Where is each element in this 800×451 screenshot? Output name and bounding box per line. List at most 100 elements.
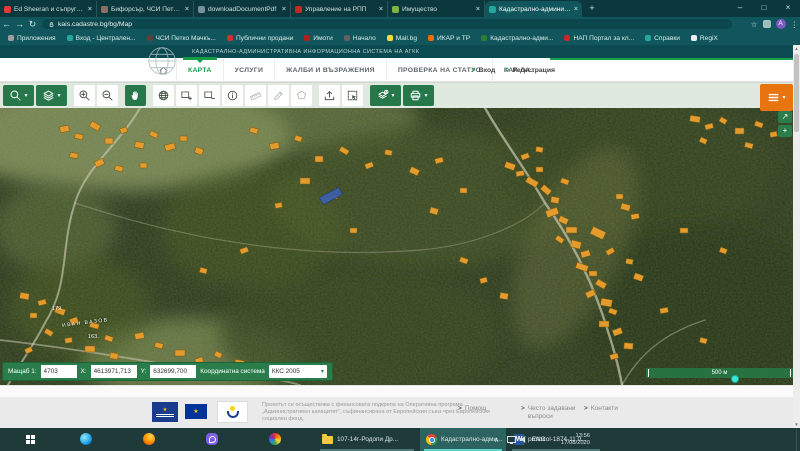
forward-icon[interactable]: →	[13, 19, 26, 29]
bookmark-star-icon[interactable]: ☆	[751, 20, 758, 29]
bookmarks-bar: Приложения Вход - Централен... ЧСИ Петко…	[0, 31, 800, 45]
map-toolbar: ▾ ▾ ▾ ▾	[0, 82, 793, 108]
footer-link-contacts[interactable]: >Контакти	[584, 405, 618, 412]
browser-tab[interactable]: downloadDocumentPdf ×	[194, 1, 291, 17]
viber-icon[interactable]	[206, 433, 218, 445]
map-zoom-plus-button[interactable]: +	[778, 125, 792, 137]
polygon-tool-button[interactable]	[291, 85, 312, 106]
expand-map-button[interactable]: ↗	[778, 111, 792, 123]
bookmark-item[interactable]: RegiX	[691, 35, 718, 42]
language-indicator[interactable]: ENG	[532, 428, 545, 451]
layers-tool-button[interactable]: ▾	[36, 85, 67, 106]
edge-icon[interactable]	[80, 433, 92, 445]
browser-tab[interactable]: Управление на РПП ×	[291, 1, 388, 17]
bookmark-item[interactable]: Mail.bg	[387, 35, 417, 42]
login-link[interactable]: >Вход	[471, 67, 495, 74]
overview-tool-button[interactable]	[153, 85, 174, 106]
network-icon[interactable]	[507, 428, 516, 451]
draw-tool-button[interactable]	[268, 85, 289, 106]
close-button[interactable]: ×	[776, 0, 800, 16]
chevron-right-icon: >	[584, 405, 588, 412]
search-tool-button[interactable]: ▾	[3, 85, 34, 106]
tab-close-icon[interactable]: ×	[282, 6, 286, 13]
windows-taskbar: 107-14г-Родопи Др... Кадастрално-адми...…	[0, 428, 800, 451]
bookmark-label: ИКАР и ТР	[437, 35, 470, 42]
profile-avatar[interactable]: A	[776, 19, 786, 29]
tray-expand-icon[interactable]: ∧	[494, 428, 499, 451]
zoom-rect-in-button[interactable]	[176, 85, 197, 106]
new-tab-button[interactable]: +	[584, 0, 600, 16]
bookmark-item[interactable]: ЧСИ Петко Мачкъ...	[147, 35, 216, 42]
page-scrollbar[interactable]: ▲ ▼	[793, 45, 800, 428]
show-desktop-button[interactable]	[796, 428, 800, 451]
tab-close-icon[interactable]: ×	[574, 6, 578, 13]
zoom-rect-out-button[interactable]	[199, 85, 220, 106]
footer-link-faq[interactable]: >Често задавани въпроси	[521, 405, 585, 420]
rect-plus-icon	[180, 89, 193, 102]
extension-icon[interactable]	[763, 20, 771, 28]
browser-tab[interactable]: Ed Sheeran и съпругата му ... ×	[0, 1, 97, 17]
scale-input[interactable]	[41, 365, 77, 378]
browser-menu-icon[interactable]: ⋮	[791, 20, 799, 29]
maximize-button[interactable]: □	[752, 0, 776, 16]
print-button[interactable]: ▾	[403, 85, 434, 106]
globe-icon	[157, 89, 170, 102]
tab-favicon	[4, 6, 11, 13]
bookmark-item[interactable]: Справки	[645, 35, 680, 42]
site-banner-text: КАДАСТРАЛНО-АДМИНИСТРАТИВНА ИНФОРМАЦИОНН…	[192, 49, 419, 55]
bookmark-item[interactable]: Имоти	[304, 35, 333, 42]
pan-tool-button[interactable]	[125, 85, 146, 106]
select-rect-button[interactable]	[342, 85, 363, 106]
browser-tab[interactable]: Кадастрално-административн... ×	[485, 1, 582, 17]
bookmark-item[interactable]: ИКАР и ТР	[428, 35, 470, 42]
hamburger-menu-icon	[767, 91, 780, 104]
info-tool-button[interactable]	[222, 85, 243, 106]
tab-close-icon[interactable]: ×	[185, 6, 189, 13]
crs-select[interactable]: ККС 2005 ▾	[269, 365, 327, 378]
zoom-out-button[interactable]	[97, 85, 118, 106]
nav-item[interactable]: КАРТА	[176, 58, 223, 82]
tab-title: Ed Sheeran и съпругата му ...	[14, 6, 85, 13]
url-field[interactable]: kais.cadastre.bg/bg/Map	[42, 19, 732, 29]
scroll-down-icon[interactable]: ▼	[793, 422, 800, 427]
import-tool-button[interactable]	[319, 85, 340, 106]
nav-item[interactable]: УСЛУГИ	[223, 58, 275, 82]
pencil-icon	[272, 89, 285, 102]
reload-icon[interactable]: ↻	[26, 19, 39, 30]
bookmark-item[interactable]: Начало	[344, 35, 376, 42]
bookmark-item[interactable]: Вход - Централен...	[67, 35, 136, 42]
x-coordinate-input[interactable]	[91, 365, 137, 378]
y-coordinate-input[interactable]	[150, 365, 196, 378]
back-icon[interactable]: ←	[0, 19, 13, 29]
start-button[interactable]	[26, 435, 35, 444]
firefox-icon[interactable]	[143, 433, 155, 445]
browser-tab[interactable]: Бифорсър, ЧСИ Петко Мачкъ... ×	[97, 1, 194, 17]
side-panel-menu-button[interactable]: ▾	[760, 84, 793, 111]
clock[interactable]: 13:56 17/08/2020	[546, 428, 590, 451]
nav-item[interactable]: ЖАЛБИ И ВЪЗРАЖЕНИЯ	[274, 58, 386, 82]
browser-tab[interactable]: Имущество ×	[388, 1, 485, 17]
scrollbar-thumb[interactable]	[794, 54, 799, 132]
bookmark-item[interactable]: Публични продани	[227, 35, 293, 42]
bookmark-item[interactable]: Приложения	[8, 35, 56, 42]
colorful-app-icon[interactable]	[269, 433, 281, 445]
scroll-up-icon[interactable]: ▲	[793, 46, 800, 51]
tab-close-icon[interactable]: ×	[88, 6, 92, 13]
tab-close-icon[interactable]: ×	[379, 6, 383, 13]
tab-close-icon[interactable]: ×	[476, 6, 480, 13]
footer-link-help[interactable]: >Помощ	[458, 405, 487, 412]
map-canvas[interactable]: 179. ИВАН ВАЗОВ 163. ↗ + Мащаб 1: X: Y: …	[0, 108, 793, 385]
register-link[interactable]: >Регистрация	[505, 67, 555, 74]
bookmark-item[interactable]: Кадастрално-адми...	[481, 35, 553, 42]
legend-button[interactable]: ▾	[370, 85, 401, 106]
measure-tool-button[interactable]	[245, 85, 266, 106]
taskbar-window-folder[interactable]: 107-14г-Родопи Др...	[316, 428, 418, 451]
bookmark-item[interactable]: НАП Портал за кл...	[564, 35, 634, 42]
zoom-in-button[interactable]	[74, 85, 95, 106]
minimize-button[interactable]: –	[728, 0, 752, 16]
footer-link-label: Помощ	[465, 405, 487, 412]
crs-label: Координатна система	[200, 368, 265, 375]
layers-icon	[42, 89, 55, 102]
opak-logo	[217, 401, 248, 423]
volume-icon[interactable]	[520, 428, 528, 451]
